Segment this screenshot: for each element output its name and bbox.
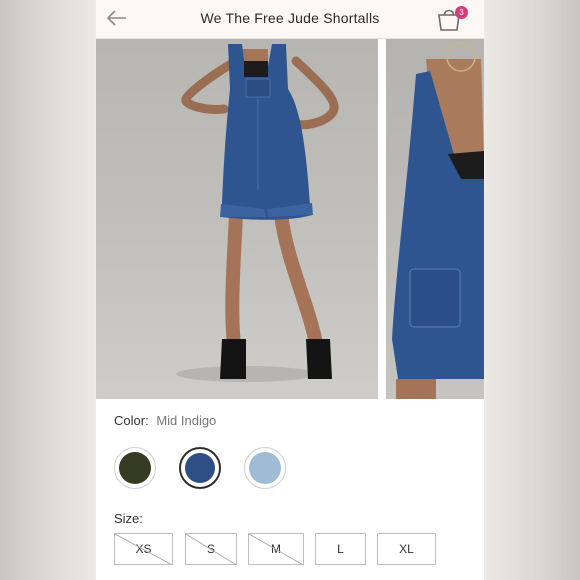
swatch-olive[interactable]: [114, 447, 156, 489]
size-label: Size:: [114, 511, 143, 526]
phone-screen: We The Free Jude Shortalls 3 Color: Mid …: [96, 0, 484, 580]
product-image-front[interactable]: [96, 39, 378, 399]
swatch-olive-fill: [119, 452, 151, 484]
size-option-xl[interactable]: XL: [377, 533, 436, 565]
size-option-xs[interactable]: XS: [114, 533, 173, 565]
swatch-mid-indigo[interactable]: [179, 447, 221, 489]
swatch-mid-indigo-fill: [185, 453, 215, 483]
size-option-s[interactable]: S: [185, 533, 237, 565]
product-image-back[interactable]: [386, 39, 484, 399]
color-value: Mid Indigo: [156, 413, 217, 428]
page-title: We The Free Jude Shortalls: [200, 10, 380, 26]
size-option-label: XL: [399, 542, 414, 556]
swatch-light-wash-fill: [249, 452, 281, 484]
size-option-m[interactable]: M: [248, 533, 304, 565]
swatch-light-wash[interactable]: [244, 447, 286, 489]
color-label: Color:: [114, 413, 149, 428]
size-option-label: L: [337, 542, 344, 556]
app-header: We The Free Jude Shortalls 3: [96, 0, 484, 39]
size-option-l[interactable]: L: [315, 533, 366, 565]
cart-count-badge: 3: [455, 6, 468, 19]
color-row: Color: Mid Indigo: [114, 413, 216, 428]
back-arrow-icon[interactable]: [106, 8, 128, 28]
